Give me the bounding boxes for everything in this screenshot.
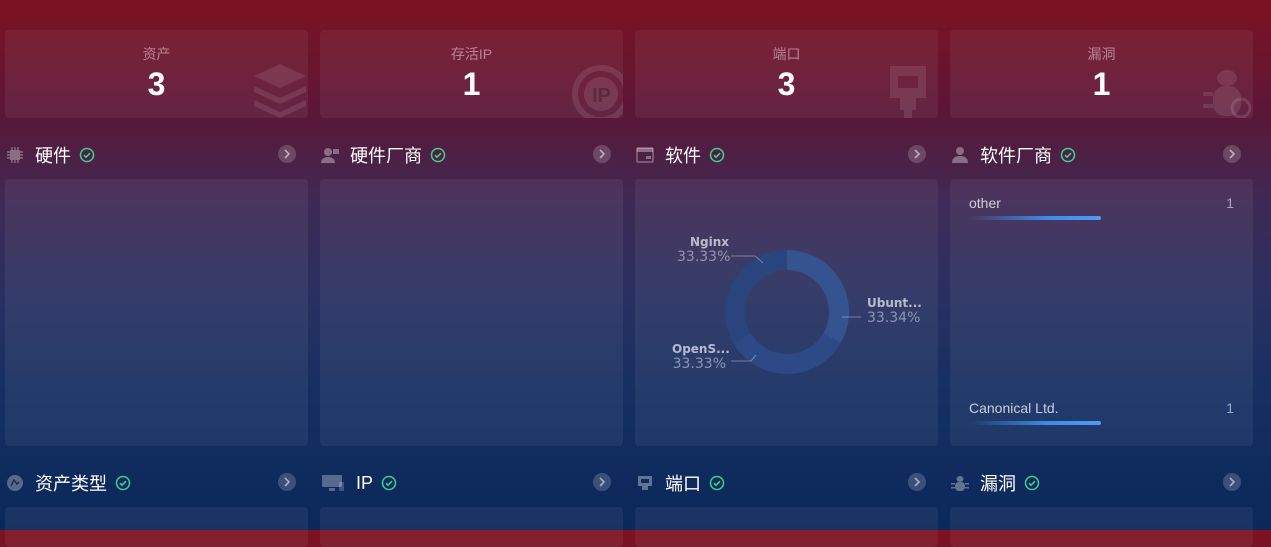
software-window-icon — [635, 145, 655, 165]
vendor-count: 1 — [1226, 195, 1234, 211]
panel-header-port: 端口 — [635, 471, 725, 495]
monitor-icon — [320, 473, 346, 493]
check-circle-icon — [709, 475, 725, 491]
bug-icon — [1203, 70, 1252, 118]
hardware-panel-body — [5, 179, 308, 446]
donut-slice-2[interactable] — [725, 250, 788, 343]
chevron-right-icon[interactable] — [593, 473, 611, 491]
stat-card-vulns[interactable]: 漏洞 1 — [950, 30, 1253, 118]
vendor-share-bar — [969, 421, 1101, 425]
chevron-right-icon[interactable] — [908, 473, 926, 491]
check-circle-icon — [115, 475, 131, 491]
asset-type-panel-body — [5, 507, 308, 547]
check-circle-icon — [430, 147, 446, 163]
chip-icon — [5, 145, 25, 165]
vendor-name: other — [969, 195, 1001, 211]
pie-label-name: OpenS... — [672, 342, 730, 356]
panel-header-hardware: 硬件 — [5, 143, 95, 167]
stat-card-assets[interactable]: 资产 3 — [5, 30, 308, 118]
check-circle-icon — [1024, 475, 1040, 491]
chevron-right-icon[interactable] — [908, 145, 926, 163]
layers-icon — [254, 64, 306, 118]
vendor-count: 1 — [1226, 400, 1234, 416]
software-vendor-panel-body: other 1 Canonical Ltd. 1 — [950, 179, 1253, 446]
ip-panel-body — [320, 507, 623, 547]
software-panel-body: Nginx 33.33% Ubunt... 33.34% OpenS... 33… — [635, 179, 938, 446]
stat-label: 存活IP — [450, 46, 493, 62]
vendor-row[interactable]: other 1 — [969, 195, 1234, 220]
chevron-right-icon[interactable] — [278, 473, 296, 491]
vendor-user-icon — [320, 145, 340, 165]
vendor-row[interactable]: Canonical Ltd. 1 — [969, 400, 1234, 425]
pie-label-nginx: Nginx 33.33% — [677, 235, 731, 265]
panel-header-ip: IP — [320, 471, 397, 495]
pie-label-percent: 33.34% — [867, 310, 921, 326]
panel-title: 软件厂商 — [980, 146, 1052, 166]
stat-card-alive-ip[interactable]: 存活IP 1 IP — [320, 30, 623, 118]
pie-label-percent: 33.33% — [677, 249, 731, 265]
vendor-share-bar — [969, 216, 1101, 220]
check-circle-icon — [79, 147, 95, 163]
asset-type-icon — [5, 473, 25, 493]
panel-header-vulns: 漏洞 — [950, 471, 1040, 495]
panel-header-software-vendor: 软件厂商 — [950, 143, 1076, 167]
check-circle-icon — [381, 475, 397, 491]
panel-title: 硬件 — [35, 146, 71, 166]
panel-title: 软件 — [665, 146, 701, 166]
ip-badge-icon: IP — [572, 65, 623, 118]
pie-label-percent: 33.33% — [672, 356, 726, 372]
chevron-right-icon[interactable] — [593, 145, 611, 163]
stat-card-ports[interactable]: 端口 3 — [635, 30, 938, 118]
port-icon — [635, 473, 655, 493]
hardware-vendor-panel-body — [320, 179, 623, 446]
stat-label: 端口 — [772, 46, 801, 62]
pie-label-ubuntu: Ubunt... 33.34% — [867, 296, 922, 326]
check-circle-icon — [1060, 147, 1076, 163]
panel-title: 漏洞 — [980, 474, 1016, 494]
chevron-right-icon[interactable] — [1223, 473, 1241, 491]
pie-label-openssh: OpenS... 33.33% — [672, 342, 730, 372]
pie-label-name: Ubunt... — [867, 296, 922, 310]
chevron-right-icon[interactable] — [1223, 145, 1241, 163]
panel-title: 端口 — [665, 474, 701, 494]
check-circle-icon — [709, 147, 725, 163]
bug-icon — [950, 473, 970, 493]
panel-title: 资产类型 — [35, 474, 107, 494]
panel-header-asset-type: 资产类型 — [5, 471, 131, 495]
stat-label: 漏洞 — [1087, 46, 1116, 62]
panel-header-hardware-vendor: 硬件厂商 — [320, 143, 446, 167]
chevron-right-icon[interactable] — [278, 145, 296, 163]
svg-text:IP: IP — [592, 85, 611, 107]
person-icon — [950, 145, 970, 165]
vendor-name: Canonical Ltd. — [969, 400, 1059, 416]
ethernet-port-icon — [890, 66, 926, 118]
donut-slice-1[interactable] — [733, 332, 841, 374]
panel-header-software: 软件 — [635, 143, 725, 167]
port-panel-body — [635, 507, 938, 547]
pie-label-name: Nginx — [689, 235, 729, 249]
vulns-panel-body — [950, 507, 1253, 547]
panel-title: 硬件厂商 — [350, 146, 422, 166]
donut-slice-0[interactable] — [786, 250, 849, 343]
panel-title: IP — [356, 472, 374, 493]
